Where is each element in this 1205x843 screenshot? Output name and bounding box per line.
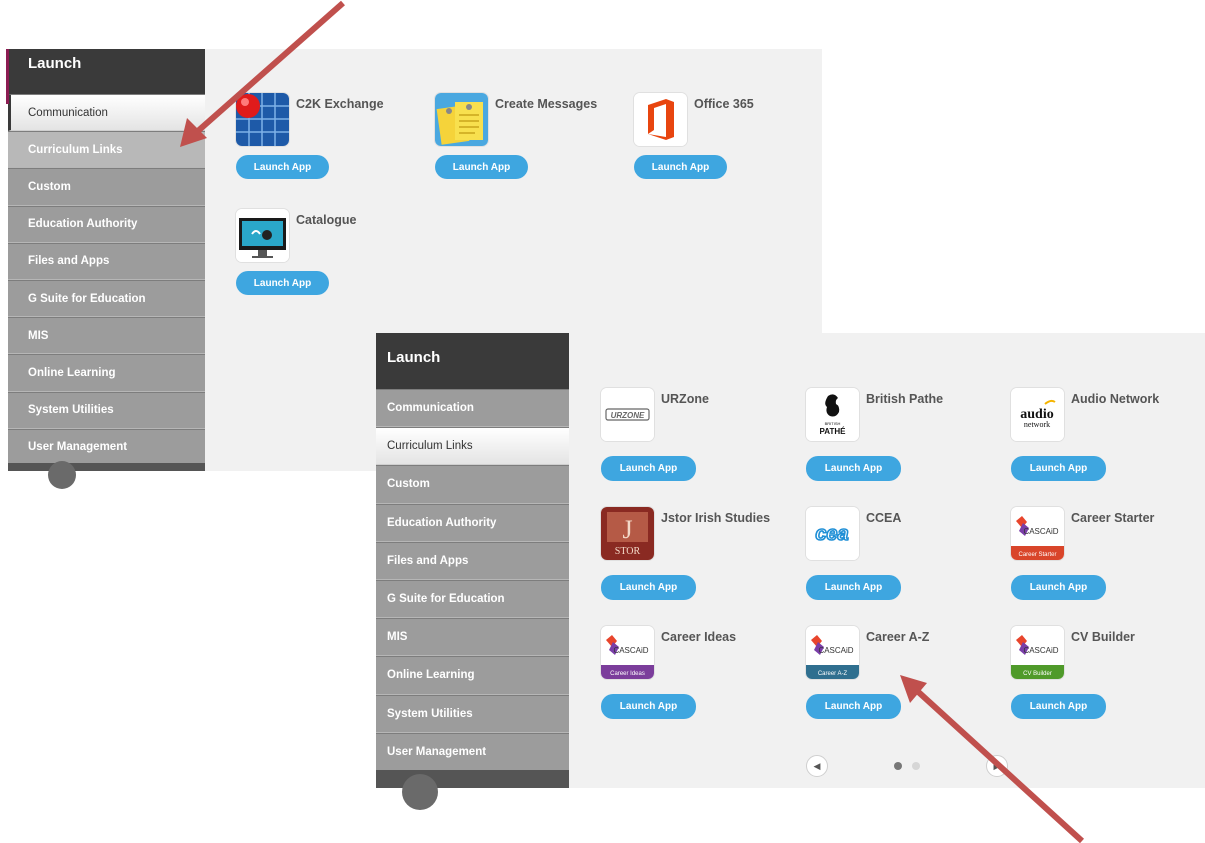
sidebar-title: Launch: [8, 49, 205, 94]
catalogue-icon: [236, 209, 289, 262]
launch-app-button[interactable]: Launch App: [806, 456, 901, 481]
c2k-exchange-icon: [236, 93, 289, 146]
pathe-logo-text: PATHÉ: [820, 427, 847, 436]
sidebar-item-online-learning[interactable]: Online Learning: [8, 354, 205, 392]
network-logo-text: network: [1024, 420, 1050, 429]
launch-app-button[interactable]: Launch App: [806, 575, 901, 600]
user-avatar[interactable]: [48, 461, 76, 489]
launch-app-button[interactable]: Launch App: [601, 575, 696, 600]
app-name: Jstor Irish Studies: [661, 511, 771, 525]
ccea-icon: cea: [806, 507, 859, 560]
sidebar-item-files-and-apps[interactable]: Files and Apps: [376, 541, 569, 580]
app-name: C2K Exchange: [296, 97, 384, 111]
jstor-logo-text: STOR: [615, 546, 641, 557]
cv-builder-icon: CASCAiD CV Builder: [1011, 626, 1064, 679]
sidebar-item-education-authority[interactable]: Education Authority: [376, 503, 569, 542]
app-name: Catalogue: [296, 213, 357, 227]
window-accent: [6, 49, 9, 104]
sidebar-item-online-learning[interactable]: Online Learning: [376, 656, 569, 695]
sidebar-item-g-suite[interactable]: G Suite for Education: [8, 279, 205, 318]
launch-app-button[interactable]: Launch App: [634, 155, 727, 179]
sidebar-item-communication[interactable]: Communication: [376, 389, 569, 428]
career-ideas-icon: CASCAiD Career Ideas: [601, 626, 654, 679]
launch-app-button[interactable]: Launch App: [1011, 575, 1106, 600]
app-name: Career Starter: [1071, 511, 1155, 525]
sidebar-item-user-management[interactable]: User Management: [8, 428, 205, 466]
career-starter-icon: CASCAiD Career Starter: [1011, 507, 1064, 560]
next-page-button[interactable]: ▶: [986, 755, 1008, 777]
sidebar-item-education-authority[interactable]: Education Authority: [8, 205, 205, 243]
sidebar-title: Launch: [376, 333, 569, 389]
launch-app-button[interactable]: Launch App: [1011, 456, 1106, 481]
sidebar-item-system-utilities[interactable]: System Utilities: [376, 694, 569, 733]
launch-app-button[interactable]: Launch App: [236, 271, 329, 295]
urzone-icon: URZONE: [601, 388, 654, 441]
app-name: Audio Network: [1071, 392, 1160, 406]
page-dot-active[interactable]: [894, 762, 902, 770]
launch-app-button[interactable]: Launch App: [601, 456, 696, 481]
page-dot[interactable]: [912, 762, 920, 770]
sidebar-item-communication[interactable]: Communication: [8, 94, 205, 132]
launcher-panel-curriculum-links: Launch Communication Curriculum Links Cu…: [376, 333, 1205, 810]
sidebar: Launch Communication Curriculum Links Cu…: [8, 49, 205, 489]
sidebar-item-user-management[interactable]: User Management: [376, 732, 569, 771]
app-name: Office 365: [694, 97, 754, 111]
ccea-logo-text: cea: [815, 523, 848, 545]
sidebar-item-system-utilities[interactable]: System Utilities: [8, 391, 205, 429]
cascaid-logo-text: CASCAiD: [818, 646, 853, 655]
sidebar-item-mis[interactable]: MIS: [376, 618, 569, 657]
sidebar-item-custom[interactable]: Custom: [8, 168, 205, 206]
office-365-icon: [634, 93, 687, 146]
sidebar-item-curriculum-links[interactable]: Curriculum Links: [376, 427, 569, 466]
sidebar-item-curriculum-links[interactable]: Curriculum Links: [8, 131, 205, 169]
app-name: Career A-Z: [866, 630, 930, 644]
app-name: Create Messages: [495, 97, 598, 111]
cascaid-logo-text: CASCAiD: [1023, 527, 1058, 536]
jstor-icon: J STOR: [601, 507, 654, 560]
sidebar-footer: [8, 461, 205, 489]
create-messages-icon: [435, 93, 488, 146]
sidebar-footer: [376, 770, 569, 810]
pathe-subtitle: BRITISH: [825, 421, 841, 426]
svg-text:J: J: [622, 515, 632, 544]
launch-app-button[interactable]: Launch App: [806, 694, 901, 719]
chevron-left-icon: ◀: [813, 760, 821, 771]
audio-network-icon: audio network: [1011, 388, 1064, 441]
launch-app-button[interactable]: Launch App: [1011, 694, 1106, 719]
career-starter-label: Career Starter: [1018, 552, 1056, 558]
career-ideas-label: Career Ideas: [610, 671, 645, 677]
sidebar-item-mis[interactable]: MIS: [8, 317, 205, 355]
user-avatar[interactable]: [402, 774, 438, 810]
career-az-icon: CASCAiD Career A-Z: [806, 626, 859, 679]
prev-page-button[interactable]: ◀: [806, 755, 828, 777]
urzone-logo-text: URZONE: [611, 411, 645, 420]
chevron-right-icon: ▶: [993, 760, 1001, 771]
british-pathe-icon: BRITISH PATHÉ: [806, 388, 859, 441]
app-name: CV Builder: [1071, 630, 1135, 644]
app-name: British Pathe: [866, 392, 944, 406]
career-az-label: Career A-Z: [818, 671, 848, 677]
cascaid-logo-text: CASCAiD: [613, 646, 648, 655]
app-name: Career Ideas: [661, 630, 737, 644]
app-name: CCEA: [866, 511, 902, 525]
cascaid-logo-text: CASCAiD: [1023, 646, 1058, 655]
sidebar-item-g-suite[interactable]: G Suite for Education: [376, 579, 569, 619]
launch-app-button[interactable]: Launch App: [435, 155, 528, 179]
cv-builder-label: CV Builder: [1023, 671, 1052, 677]
launch-app-button[interactable]: Launch App: [236, 155, 329, 179]
sidebar-item-files-and-apps[interactable]: Files and Apps: [8, 242, 205, 280]
sidebar: Launch Communication Curriculum Links Cu…: [376, 333, 569, 810]
app-name: URZone: [661, 392, 709, 406]
sidebar-item-custom[interactable]: Custom: [376, 465, 569, 504]
launch-app-button[interactable]: Launch App: [601, 694, 696, 719]
